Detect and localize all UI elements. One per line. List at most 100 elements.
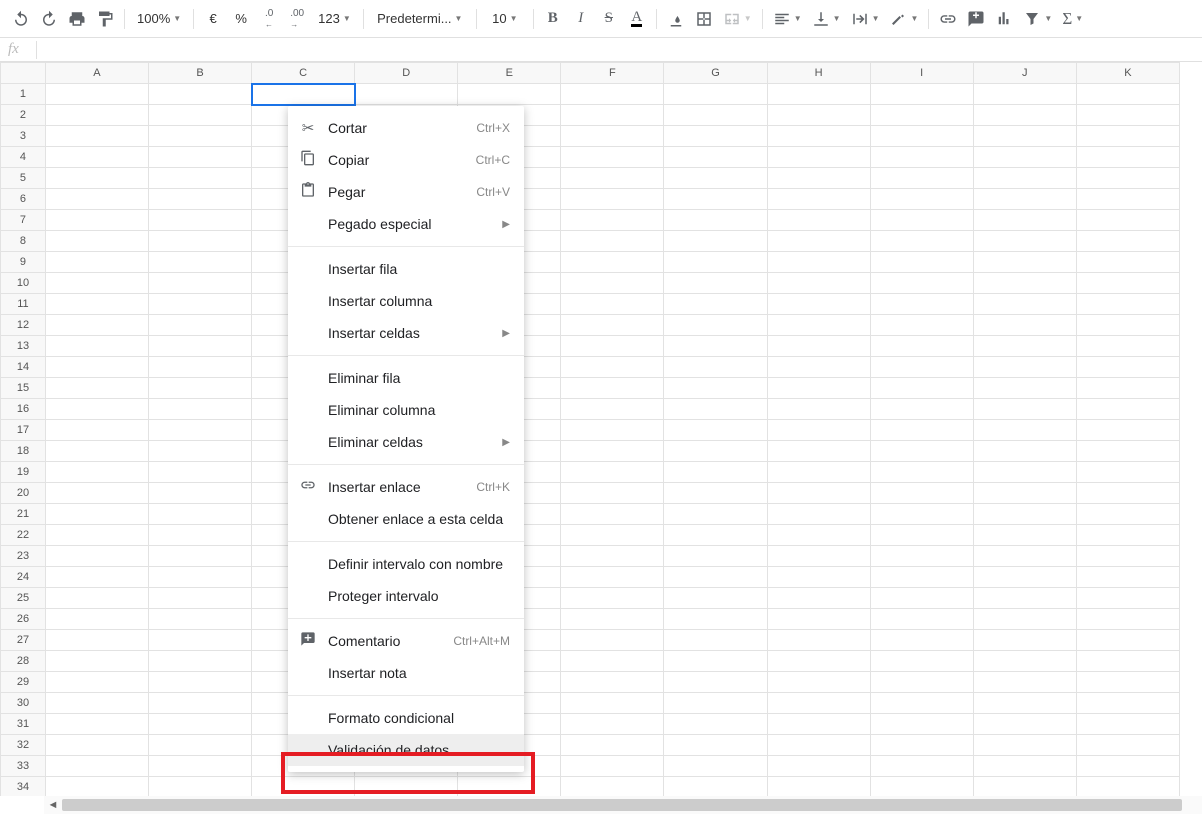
cell-B34[interactable] [149,777,252,797]
cell-J23[interactable] [973,546,1076,567]
cell-J11[interactable] [973,294,1076,315]
cell-F16[interactable] [561,399,664,420]
column-header-C[interactable]: C [252,63,355,84]
cell-J31[interactable] [973,714,1076,735]
cell-G7[interactable] [664,210,767,231]
spreadsheet-grid[interactable]: ABCDEFGHIJK 1234567891011121314151617181… [0,62,1180,796]
cell-F21[interactable] [561,504,664,525]
cell-G31[interactable] [664,714,767,735]
cell-G11[interactable] [664,294,767,315]
currency-button[interactable]: € [200,6,226,32]
cell-I10[interactable] [870,273,973,294]
cell-F9[interactable] [561,252,664,273]
cell-G16[interactable] [664,399,767,420]
cell-G12[interactable] [664,315,767,336]
cell-F31[interactable] [561,714,664,735]
menu-delete-row[interactable]: Eliminar fila [288,362,524,394]
cell-J28[interactable] [973,651,1076,672]
cell-H29[interactable] [767,672,870,693]
cell-F23[interactable] [561,546,664,567]
menu-name-range[interactable]: Definir intervalo con nombre [288,548,524,580]
cell-F10[interactable] [561,273,664,294]
cell-G9[interactable] [664,252,767,273]
cell-I8[interactable] [870,231,973,252]
cell-B14[interactable] [149,357,252,378]
cell-I2[interactable] [870,105,973,126]
cell-J19[interactable] [973,462,1076,483]
cell-A34[interactable] [45,777,148,797]
cell-G32[interactable] [664,735,767,756]
cell-H12[interactable] [767,315,870,336]
cell-J30[interactable] [973,693,1076,714]
cell-I1[interactable] [870,84,973,105]
cell-K14[interactable] [1076,357,1179,378]
row-header-4[interactable]: 4 [1,147,46,168]
cell-D34[interactable] [355,777,458,797]
cell-G25[interactable] [664,588,767,609]
cell-F22[interactable] [561,525,664,546]
cell-H7[interactable] [767,210,870,231]
cell-I26[interactable] [870,609,973,630]
cell-B2[interactable] [149,105,252,126]
cell-J34[interactable] [973,777,1076,797]
row-header-3[interactable]: 3 [1,126,46,147]
cell-J9[interactable] [973,252,1076,273]
cell-B10[interactable] [149,273,252,294]
merge-cells-button[interactable]: ▼ [719,6,756,32]
cell-A21[interactable] [45,504,148,525]
cell-A7[interactable] [45,210,148,231]
cell-A13[interactable] [45,336,148,357]
cell-B6[interactable] [149,189,252,210]
column-header-A[interactable]: A [45,63,148,84]
cell-K8[interactable] [1076,231,1179,252]
cell-B11[interactable] [149,294,252,315]
row-header-20[interactable]: 20 [1,483,46,504]
cell-I12[interactable] [870,315,973,336]
cell-H3[interactable] [767,126,870,147]
cell-J18[interactable] [973,441,1076,462]
cell-A4[interactable] [45,147,148,168]
cell-I3[interactable] [870,126,973,147]
cell-I32[interactable] [870,735,973,756]
cell-K11[interactable] [1076,294,1179,315]
cell-A28[interactable] [45,651,148,672]
cell-A2[interactable] [45,105,148,126]
cell-B15[interactable] [149,378,252,399]
cell-B21[interactable] [149,504,252,525]
redo-button[interactable] [36,6,62,32]
cell-J32[interactable] [973,735,1076,756]
cell-J6[interactable] [973,189,1076,210]
cell-H4[interactable] [767,147,870,168]
row-header-33[interactable]: 33 [1,756,46,777]
cell-A9[interactable] [45,252,148,273]
cell-J22[interactable] [973,525,1076,546]
cell-A15[interactable] [45,378,148,399]
cell-I18[interactable] [870,441,973,462]
cell-I31[interactable] [870,714,973,735]
cell-A32[interactable] [45,735,148,756]
text-color-button[interactable]: A [624,6,650,32]
scroll-track[interactable] [62,799,1182,811]
menu-delete-col[interactable]: Eliminar columna [288,394,524,426]
cell-G19[interactable] [664,462,767,483]
cell-J33[interactable] [973,756,1076,777]
cell-B9[interactable] [149,252,252,273]
functions-button[interactable]: Σ▼ [1058,6,1087,32]
menu-paste-special[interactable]: Pegado especial ▶ [288,208,524,240]
increase-decimal-button[interactable]: .00→ [284,6,310,32]
cell-I29[interactable] [870,672,973,693]
menu-delete-cells[interactable]: Eliminar celdas ▶ [288,426,524,458]
cell-F27[interactable] [561,630,664,651]
cell-B33[interactable] [149,756,252,777]
cell-C1[interactable] [252,84,355,105]
cell-H11[interactable] [767,294,870,315]
row-header-24[interactable]: 24 [1,567,46,588]
cell-A12[interactable] [45,315,148,336]
row-header-18[interactable]: 18 [1,441,46,462]
cell-H15[interactable] [767,378,870,399]
cell-G24[interactable] [664,567,767,588]
row-header-21[interactable]: 21 [1,504,46,525]
cell-F15[interactable] [561,378,664,399]
row-header-7[interactable]: 7 [1,210,46,231]
cell-F20[interactable] [561,483,664,504]
